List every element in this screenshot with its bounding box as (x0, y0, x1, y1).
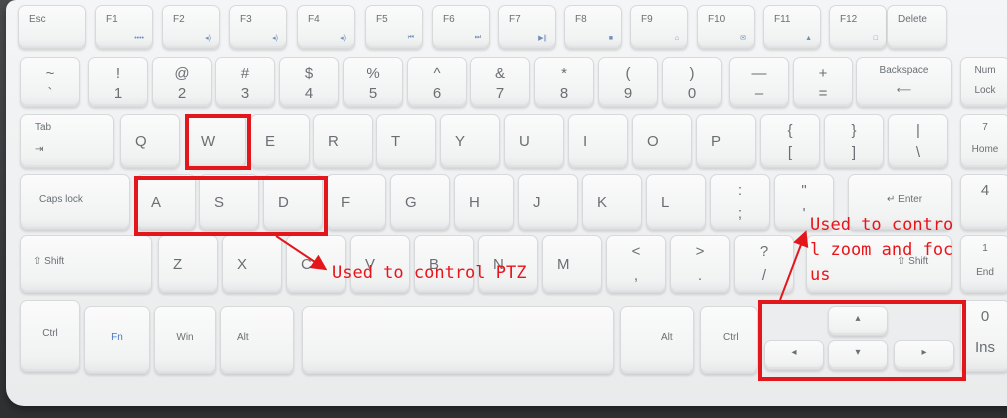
annotation-arrows (275, 230, 809, 301)
arrow-to-zoom-label (779, 230, 809, 301)
annotation-ptz: Used to control PTZ (332, 263, 527, 283)
annotation-zoom-focus-line: Used to contro (810, 215, 954, 235)
annotation-zoom-focus-line: us (810, 265, 831, 285)
annotation-zoom-focus-line: l zoom and foc (810, 240, 954, 260)
arrow-to-ptz-label (275, 235, 328, 271)
keyboard-photo: Esc F1 •••• F2 ◂) F3 ◂) F4 ◂) F5 ⏮ F6 ⏭ F7 ▶∥ F8 ■ F9 ⌂ F10… (0, 0, 1007, 418)
